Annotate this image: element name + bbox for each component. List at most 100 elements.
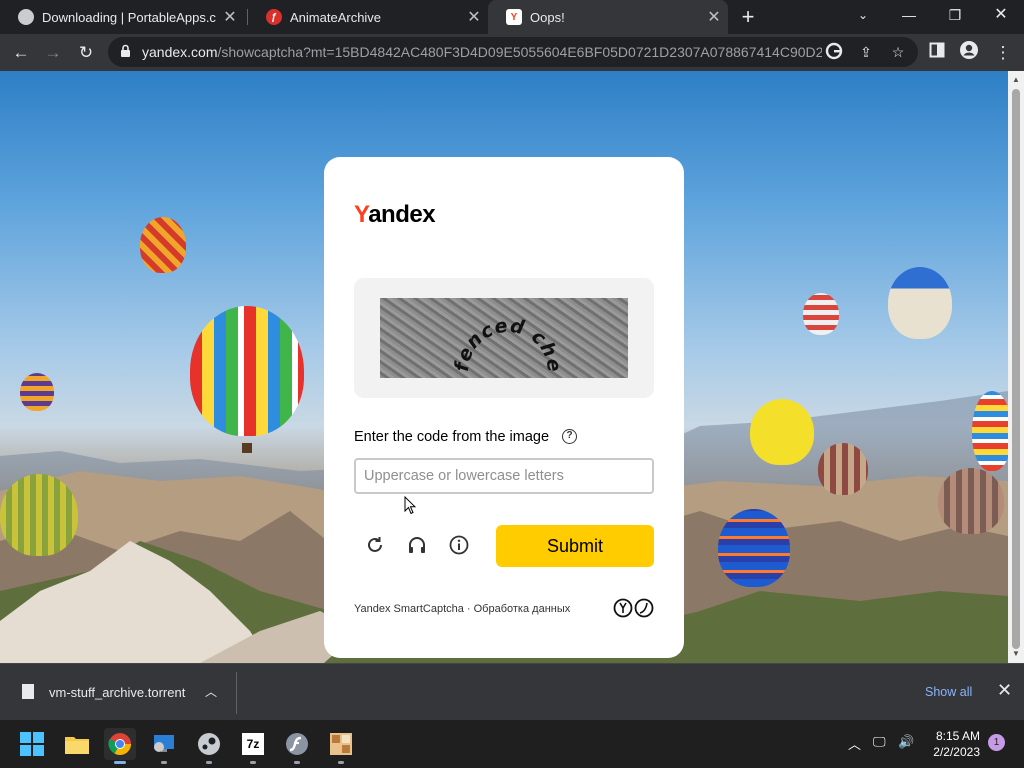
captcha-image: fenced chess bbox=[380, 298, 628, 378]
7zip-app[interactable]: 7z bbox=[237, 728, 269, 764]
captcha-input[interactable] bbox=[354, 458, 654, 494]
steam-icon bbox=[198, 733, 220, 755]
tab-oops[interactable]: Y Oops! ✕ bbox=[488, 0, 728, 34]
close-tab-icon[interactable]: ✕ bbox=[216, 7, 244, 27]
notification-badge[interactable]: 1 bbox=[988, 734, 1005, 751]
tray-overflow-chevron-icon[interactable]: ︿ bbox=[848, 734, 861, 753]
browser-toolbar: ← → ↻ yandex.com/showcaptcha?mt=15BD4842… bbox=[0, 34, 1024, 71]
audio-headphones-icon[interactable] bbox=[406, 534, 428, 556]
minimize-button[interactable]: — bbox=[886, 0, 932, 30]
download-separator bbox=[236, 672, 237, 714]
tab-title: AnimateArchive bbox=[290, 9, 382, 25]
yandex-logo: Yandex bbox=[354, 201, 436, 228]
side-panel-icon[interactable] bbox=[924, 40, 950, 66]
captcha-text: fenced chess bbox=[380, 298, 564, 374]
7zip-icon: 7z bbox=[242, 733, 264, 755]
chrome-app[interactable] bbox=[104, 728, 136, 764]
monitor-icon bbox=[154, 735, 174, 752]
archive-icon bbox=[330, 733, 352, 755]
tab-animatearchive[interactable]: ƒ AnimateArchive ✕ bbox=[248, 0, 488, 34]
windows-logo-icon bbox=[20, 732, 44, 756]
scroll-up-icon[interactable]: ▲ bbox=[1012, 75, 1020, 84]
network-icon[interactable]: 🖵 bbox=[873, 734, 886, 750]
smartcaptcha-logo-icon bbox=[613, 598, 654, 618]
tab-search-icon[interactable]: ⌄ bbox=[840, 0, 886, 30]
archive-app[interactable] bbox=[325, 728, 357, 764]
tab-strip: Downloading | PortableApps.com ✕ ƒ Anima… bbox=[0, 0, 1024, 34]
close-window-button[interactable]: ✕ bbox=[978, 0, 1024, 30]
address-bar[interactable]: yandex.com/showcaptcha?mt=15BD4842AC480F… bbox=[108, 37, 918, 67]
scroll-down-icon[interactable]: ▼ bbox=[1012, 649, 1020, 658]
chevron-up-icon[interactable]: ︿ bbox=[205, 683, 217, 700]
steam-app[interactable] bbox=[193, 728, 225, 764]
remote-desktop-app[interactable] bbox=[148, 728, 180, 764]
captcha-image-box: fenced chess bbox=[354, 278, 654, 398]
show-all-link[interactable]: Show all bbox=[925, 685, 972, 699]
hot-air-balloon bbox=[718, 509, 790, 587]
file-icon bbox=[22, 684, 34, 699]
hot-air-balloon bbox=[818, 443, 868, 495]
hot-air-balloon bbox=[803, 293, 839, 335]
animate-favicon-icon: ƒ bbox=[266, 9, 282, 25]
hot-air-balloon bbox=[190, 306, 304, 436]
captcha-label: Enter the code from the image bbox=[354, 429, 550, 445]
windows-taskbar: 7z ︿ 🖵 🔊 8:15 AM 2/2/2023 1 bbox=[0, 720, 1024, 768]
captcha-card: Yandex fenced chess Enter the code from … bbox=[324, 157, 684, 658]
hot-air-balloon bbox=[20, 373, 54, 411]
submit-button[interactable]: Submit bbox=[496, 525, 654, 567]
mouse-cursor-icon bbox=[404, 496, 416, 515]
running-indicator bbox=[250, 761, 256, 764]
profile-avatar-icon[interactable] bbox=[956, 40, 982, 66]
download-filename[interactable]: vm-stuff_archive.torrent bbox=[49, 685, 185, 700]
info-icon[interactable] bbox=[448, 534, 470, 556]
hot-air-balloon bbox=[972, 391, 1008, 471]
scrollbar-thumb[interactable] bbox=[1012, 89, 1020, 649]
menu-kebab-icon[interactable]: ⋮ bbox=[990, 40, 1016, 66]
google-translate-icon[interactable] bbox=[824, 42, 844, 62]
hot-air-balloon bbox=[0, 474, 78, 556]
hot-air-balloon bbox=[140, 217, 186, 273]
refresh-icon[interactable] bbox=[364, 534, 386, 556]
clock-time: 8:15 AM bbox=[935, 729, 980, 743]
balloon-basket bbox=[242, 443, 252, 453]
forward-button[interactable]: → bbox=[40, 40, 66, 66]
lock-icon bbox=[121, 44, 130, 57]
tab-title: Downloading | PortableApps.com bbox=[42, 9, 216, 25]
page-scrollbar[interactable]: ▲ ▼ bbox=[1008, 71, 1024, 663]
help-icon[interactable]: ? bbox=[562, 429, 577, 444]
svg-text:fenced chess: fenced chess bbox=[380, 298, 565, 374]
start-button[interactable] bbox=[16, 728, 48, 760]
system-clock[interactable]: 8:15 AM 2/2/2023 bbox=[924, 728, 980, 760]
url-text[interactable]: yandex.com/showcaptcha?mt=15BD4842AC480F… bbox=[142, 44, 822, 60]
back-button[interactable]: ← bbox=[8, 40, 34, 66]
portableapps-favicon-icon bbox=[18, 9, 34, 25]
running-indicator bbox=[294, 761, 300, 764]
clock-date: 2/2/2023 bbox=[933, 745, 980, 759]
url-path: /showcaptcha?mt=15BD4842AC480F3D4D09E505… bbox=[217, 44, 822, 60]
new-tab-button[interactable]: + bbox=[736, 4, 760, 30]
share-icon[interactable]: ⇪ bbox=[856, 42, 876, 62]
yandex-favicon-icon: Y bbox=[506, 9, 522, 25]
tab-portableapps[interactable]: Downloading | PortableApps.com ✕ bbox=[0, 0, 244, 34]
volume-icon[interactable]: 🔊 bbox=[898, 734, 914, 750]
download-bar: vm-stuff_archive.torrent ︿ Show all ✕ bbox=[0, 663, 1024, 720]
running-indicator bbox=[161, 761, 167, 764]
reload-button[interactable]: ↻ bbox=[73, 40, 99, 66]
hot-air-balloon bbox=[750, 399, 814, 465]
hot-air-balloon bbox=[938, 468, 1004, 534]
chrome-icon bbox=[108, 733, 131, 755]
close-tab-icon[interactable]: ✕ bbox=[460, 7, 488, 27]
restore-button[interactable]: ❐ bbox=[932, 0, 978, 30]
bookmark-star-icon[interactable]: ☆ bbox=[888, 42, 908, 62]
tab-title: Oops! bbox=[530, 9, 565, 25]
close-tab-icon[interactable]: ✕ bbox=[700, 7, 728, 27]
running-indicator bbox=[338, 761, 344, 764]
close-download-bar-icon[interactable]: ✕ bbox=[997, 680, 1012, 701]
url-host: yandex.com bbox=[142, 44, 218, 60]
folder-icon bbox=[65, 737, 89, 754]
captcha-footer[interactable]: Yandex SmartCaptcha · Обработка данных bbox=[354, 603, 570, 615]
running-indicator bbox=[206, 761, 212, 764]
animate-app[interactable] bbox=[281, 728, 313, 764]
file-explorer-app[interactable] bbox=[61, 728, 93, 760]
hot-air-balloon bbox=[888, 267, 952, 339]
